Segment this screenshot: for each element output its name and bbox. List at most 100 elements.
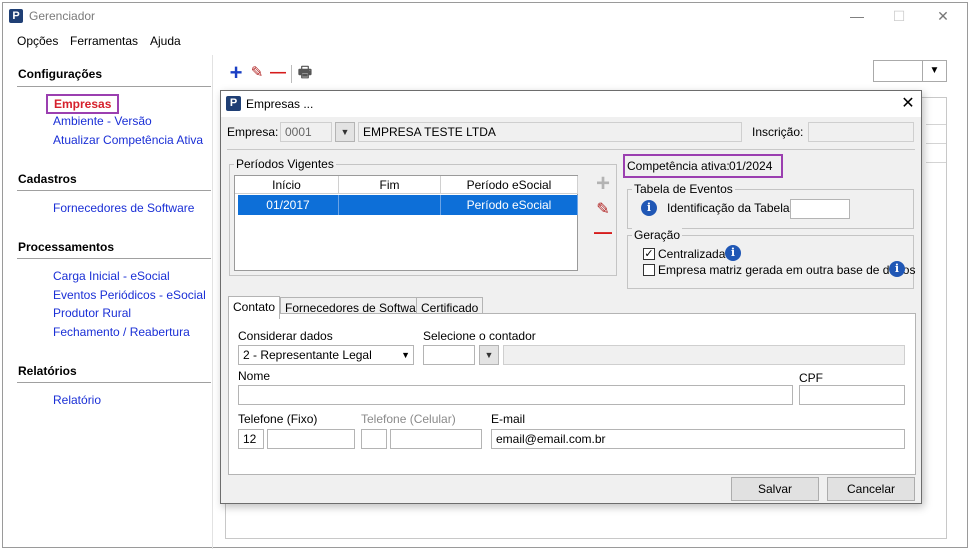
chevron-down-icon[interactable]: ▼ bbox=[922, 61, 946, 81]
window-title: Gerenciador bbox=[29, 9, 96, 23]
title-bar: P Gerenciador — ☐ ✕ bbox=[3, 3, 967, 29]
centralizada-label: Centralizada bbox=[658, 247, 726, 261]
telefone-celular-ddd-field[interactable] bbox=[361, 429, 387, 449]
menu-ferramentas[interactable]: Ferramentas bbox=[70, 34, 138, 48]
sidebar-item-ambiente-versao[interactable]: Ambiente - Versão bbox=[53, 114, 152, 128]
divider bbox=[17, 258, 211, 259]
tab-contato[interactable]: Contato bbox=[228, 296, 281, 319]
empresa-dropdown-button[interactable]: ▼ bbox=[335, 122, 355, 142]
telefone-fixo-numero-field[interactable] bbox=[267, 429, 355, 449]
telefone-celular-label: Telefone (Celular) bbox=[361, 412, 456, 426]
remove-period-icon[interactable]: — bbox=[592, 221, 614, 243]
divider bbox=[17, 86, 211, 87]
close-button[interactable]: ✕ bbox=[929, 6, 957, 26]
empresa-label: Empresa: bbox=[227, 125, 279, 139]
sidebar: Configurações Empresas Ambiente - Versão… bbox=[3, 55, 213, 547]
maximize-button[interactable]: ☐ bbox=[885, 6, 913, 26]
section-relatorios: Relatórios bbox=[18, 364, 77, 378]
dialog-title-bar: P Empresas ... ✕ bbox=[221, 91, 921, 117]
app-logo-icon: P bbox=[9, 9, 23, 23]
row-line bbox=[926, 124, 946, 125]
inscricao-label: Inscrição: bbox=[752, 125, 804, 139]
add-icon[interactable]: + bbox=[227, 62, 245, 84]
divider bbox=[227, 149, 915, 150]
contador-label: Selecione o contador bbox=[423, 329, 536, 343]
periodos-grid[interactable]: Início Fim Período eSocial 01/2017 Perío… bbox=[234, 175, 578, 271]
column-header-inicio[interactable]: Início bbox=[235, 176, 339, 194]
empresas-dialog: P Empresas ... ✕ Empresa: 0001 ▼ EMPRESA… bbox=[220, 90, 922, 504]
toolbar: + ✎ — 🖶 bbox=[227, 62, 327, 87]
save-button-label: Salvar bbox=[757, 482, 792, 496]
telefone-celular-numero-field[interactable] bbox=[390, 429, 482, 449]
divider bbox=[17, 190, 211, 191]
identificacao-tabela-field[interactable] bbox=[790, 199, 850, 219]
table-row-inicio[interactable]: 01/2017 bbox=[238, 195, 339, 215]
info-icon[interactable]: i bbox=[641, 200, 657, 216]
contador-code-field[interactable] bbox=[423, 345, 475, 365]
contato-tab-panel: Considerar dados 2 - Representante Legal… bbox=[228, 313, 916, 475]
divider bbox=[17, 382, 211, 383]
minimize-button[interactable]: — bbox=[843, 6, 871, 26]
inscricao-field[interactable] bbox=[808, 122, 914, 142]
print-icon[interactable]: 🖶 bbox=[296, 63, 314, 83]
sidebar-item-relatorio[interactable]: Relatório bbox=[53, 393, 101, 407]
sidebar-item-atualizar-competencia[interactable]: Atualizar Competência Ativa bbox=[53, 133, 203, 147]
empresa-code-field[interactable]: 0001 bbox=[280, 122, 332, 142]
table-row-periodo[interactable]: Período eSocial bbox=[441, 195, 578, 215]
cpf-label: CPF bbox=[799, 371, 823, 385]
row-line bbox=[926, 162, 946, 163]
competencia-label: Competência ativa: bbox=[627, 159, 730, 173]
remove-icon[interactable]: — bbox=[269, 63, 287, 83]
sidebar-item-fornecedores[interactable]: Fornecedores de Software bbox=[53, 201, 194, 215]
column-header-fim[interactable]: Fim bbox=[339, 176, 441, 194]
chevron-down-icon: ▼ bbox=[340, 127, 350, 137]
sidebar-item-fechamento[interactable]: Fechamento / Reabertura bbox=[53, 325, 190, 339]
edit-period-icon[interactable]: ✎ bbox=[592, 199, 614, 221]
chevron-down-icon: ▼ bbox=[484, 350, 494, 360]
considerar-dados-label: Considerar dados bbox=[238, 329, 333, 343]
telefone-fixo-ddd-field[interactable]: 12 bbox=[238, 429, 264, 449]
section-cadastros: Cadastros bbox=[18, 172, 77, 186]
cpf-field[interactable] bbox=[799, 385, 905, 405]
considerar-dados-value: 2 - Representante Legal bbox=[243, 348, 372, 362]
dialog-title: Empresas ... bbox=[246, 97, 314, 111]
empresa-name-field[interactable]: EMPRESA TESTE LTDA bbox=[358, 122, 742, 142]
cancel-button-label: Cancelar bbox=[846, 482, 896, 496]
cancel-button[interactable]: Cancelar bbox=[827, 477, 915, 501]
nome-field[interactable] bbox=[238, 385, 793, 405]
periodos-title: Períodos Vigentes bbox=[234, 157, 336, 171]
info-icon[interactable]: i bbox=[889, 261, 905, 277]
dialog-logo-icon: P bbox=[226, 96, 241, 111]
column-header-periodo[interactable]: Período eSocial bbox=[441, 176, 578, 194]
save-button[interactable]: Salvar bbox=[731, 477, 819, 501]
section-configuracoes: Configurações bbox=[18, 67, 103, 81]
content-divider bbox=[212, 55, 213, 549]
menu-opcoes[interactable]: Opções bbox=[17, 34, 58, 48]
info-icon[interactable]: i bbox=[725, 245, 741, 261]
sidebar-item-empresas[interactable]: Empresas bbox=[46, 94, 120, 114]
contador-name-field[interactable] bbox=[503, 345, 905, 365]
edit-icon[interactable]: ✎ bbox=[248, 63, 266, 83]
email-label: E-mail bbox=[491, 412, 526, 426]
nome-label: Nome bbox=[238, 369, 271, 383]
competencia-value: 01/2024 bbox=[729, 159, 773, 173]
geracao-groupbox bbox=[627, 235, 914, 289]
add-period-icon[interactable]: + bbox=[592, 172, 614, 196]
sidebar-item-eventos-periodicos[interactable]: Eventos Periódicos - eSocial bbox=[53, 288, 206, 302]
sidebar-item-produtor-rural[interactable]: Produtor Rural bbox=[53, 306, 131, 320]
table-row-fim[interactable] bbox=[339, 195, 441, 215]
toolbar-divider bbox=[291, 65, 292, 83]
matriz-checkbox[interactable] bbox=[643, 264, 655, 276]
dialog-close-button[interactable]: ✕ bbox=[897, 93, 919, 115]
menu-ajuda[interactable]: Ajuda bbox=[150, 34, 181, 48]
row-line bbox=[926, 143, 946, 144]
contador-dropdown-button[interactable]: ▼ bbox=[479, 345, 499, 365]
email-field[interactable]: email@email.com.br bbox=[491, 429, 905, 449]
sidebar-item-carga-inicial[interactable]: Carga Inicial - eSocial bbox=[53, 269, 170, 283]
telefone-fixo-label: Telefone (Fixo) bbox=[238, 412, 318, 426]
filter-combo[interactable]: ▼ bbox=[873, 60, 947, 82]
centralizada-checkbox[interactable]: ✓ bbox=[643, 248, 655, 260]
section-processamentos: Processamentos bbox=[18, 240, 115, 254]
considerar-dados-select[interactable]: 2 - Representante Legal ▼ bbox=[238, 345, 414, 365]
tabela-eventos-title: Tabela de Eventos bbox=[632, 182, 735, 196]
